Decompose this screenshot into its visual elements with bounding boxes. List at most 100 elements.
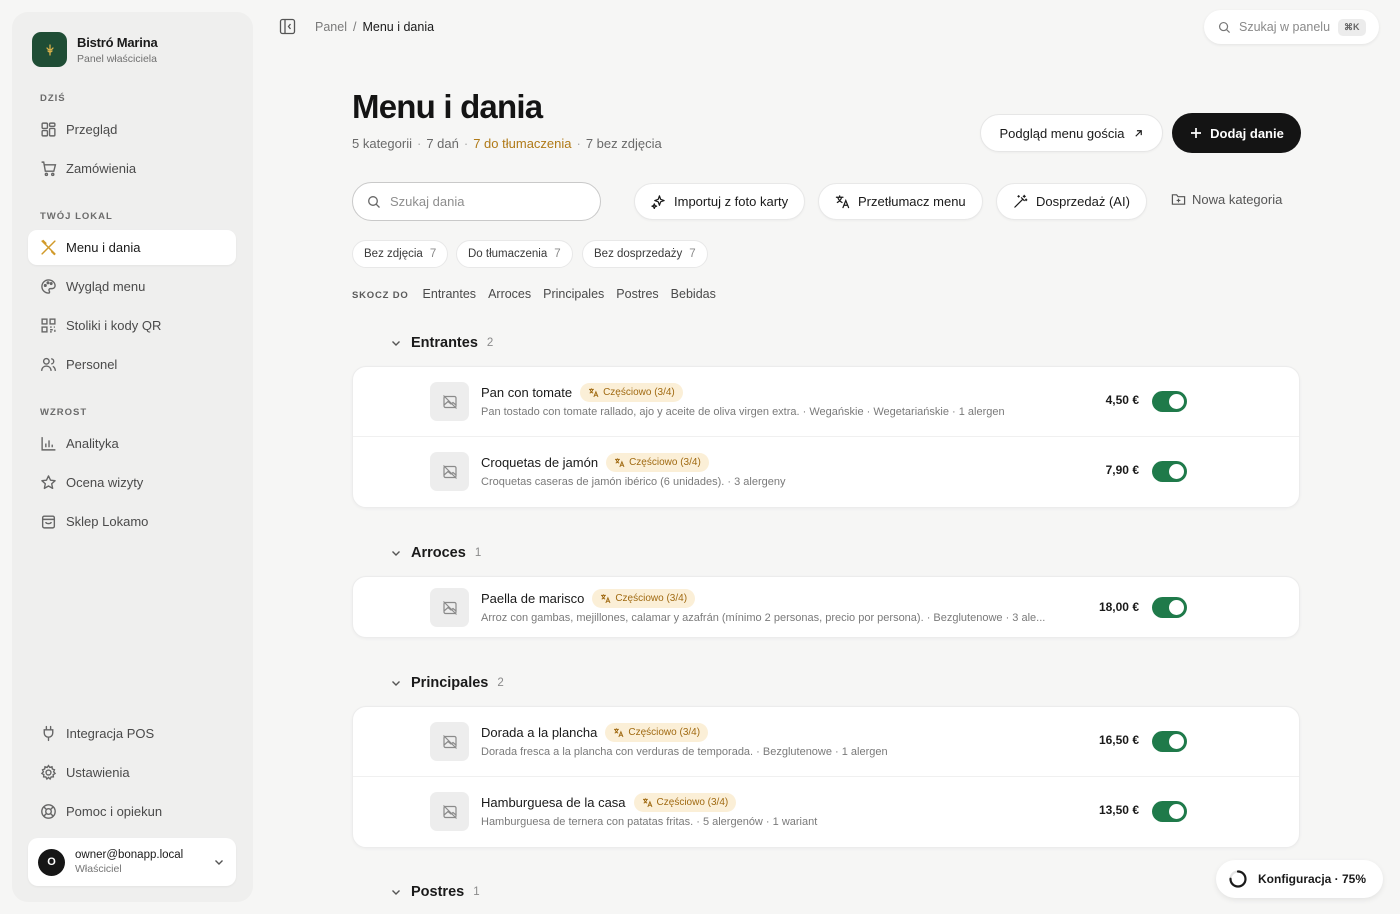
sidebar-item-label: Pomoc i opiekun xyxy=(66,804,163,819)
filter-chip-count: 7 xyxy=(429,248,437,260)
availability-toggle[interactable] xyxy=(1152,461,1187,482)
dish-row[interactable]: Croquetas de jamón Częściowo (3/4) Croqu… xyxy=(353,437,1299,507)
qr-icon xyxy=(41,318,56,333)
setup-progress-pill[interactable]: Konfiguracja · 75% xyxy=(1216,860,1383,898)
availability-toggle[interactable] xyxy=(1152,391,1187,412)
category-header-principales[interactable]: Principales 2 xyxy=(390,675,504,691)
dish-name: Paella de marisco xyxy=(481,591,585,606)
chevron-down-icon xyxy=(215,860,223,865)
availability-toggle[interactable] xyxy=(1152,731,1187,752)
translation-badge[interactable]: Częściowo (3/4) xyxy=(606,453,709,472)
chevron-down-icon xyxy=(392,341,400,346)
sidebar-item-menu[interactable]: Menu i dania xyxy=(28,230,236,265)
section-label-growth: WZROST xyxy=(40,407,88,418)
sidebar-item-label: Wygląd menu xyxy=(66,279,146,294)
sidebar-item-help[interactable]: Pomoc i opiekun xyxy=(28,794,236,829)
sidebar-item-label: Ocena wizyty xyxy=(66,475,144,490)
new-category-button[interactable]: Nowa kategoria xyxy=(1171,192,1282,207)
filter-chip-no-upsell[interactable]: Bez dosprzedaży 7 xyxy=(582,240,708,268)
category-header-arroces[interactable]: Arroces 1 xyxy=(390,545,481,561)
sidebar-item-shop[interactable]: Sklep Lokamo xyxy=(28,504,236,539)
sidebar-item-menu-look[interactable]: Wygląd menu xyxy=(28,269,236,304)
dish-search-input[interactable] xyxy=(390,194,580,209)
sidebar-toggle-icon[interactable] xyxy=(279,18,296,35)
sidebar-item-label: Ustawienia xyxy=(66,765,130,780)
setup-progress-label: Konfiguracja · 75% xyxy=(1258,872,1367,886)
jump-link-principales[interactable]: Principales xyxy=(543,287,604,301)
lifebuoy-icon xyxy=(41,804,56,819)
sidebar-item-settings[interactable]: Ustawienia xyxy=(28,755,236,790)
ai-upsell-button[interactable]: Dosprzedaż (AI) xyxy=(996,183,1147,220)
dish-row[interactable]: Hamburguesa de la casa Częściowo (3/4) H… xyxy=(353,777,1299,847)
dish-row[interactable]: Pan con tomate Częściowo (3/4) Pan tosta… xyxy=(353,367,1299,437)
palette-icon xyxy=(41,279,56,294)
translate-menu-button[interactable]: Przetłumacz menu xyxy=(818,183,983,220)
dish-row[interactable]: Dorada a la plancha Częściowo (3/4) Dora… xyxy=(353,707,1299,777)
translation-badge[interactable]: Częściowo (3/4) xyxy=(605,723,709,742)
no-image-icon[interactable] xyxy=(430,382,469,421)
chevron-down-icon xyxy=(392,551,400,556)
no-image-icon[interactable] xyxy=(430,452,469,491)
translate-icon xyxy=(589,388,599,398)
translation-badge[interactable]: Częściowo (3/4) xyxy=(592,589,696,608)
category-name: Principales xyxy=(411,675,489,691)
filter-chip-to-translate[interactable]: Do tłumaczenia 7 xyxy=(456,240,573,268)
sidebar-item-label: Sklep Lokamo xyxy=(66,514,149,529)
stat-no-photo: 7 bez zdjęcia xyxy=(585,136,662,151)
jump-link-entrantes[interactable]: Entrantes xyxy=(423,287,477,301)
user-menu[interactable]: O owner@bonapp.local Właściciel xyxy=(28,838,236,886)
jump-link-arroces[interactable]: Arroces xyxy=(488,287,531,301)
page-stats: 5 kategorii · 7 dań · 7 do tłumaczenia ·… xyxy=(352,136,662,151)
breadcrumb-root[interactable]: Panel xyxy=(315,20,347,34)
sidebar-item-pos[interactable]: Integracja POS xyxy=(28,716,236,751)
ai-upsell-label: Dosprzedaż (AI) xyxy=(1036,194,1130,209)
sidebar-item-orders[interactable]: Zamówienia xyxy=(28,151,236,186)
dish-price: 4,50 € xyxy=(1105,393,1139,407)
translation-badge-label: Częściowo (3/4) xyxy=(656,797,729,808)
no-image-icon[interactable] xyxy=(430,722,469,761)
guest-preview-button[interactable]: Podgląd menu gościa xyxy=(980,114,1163,152)
no-image-icon[interactable] xyxy=(430,792,469,831)
plus-icon xyxy=(1191,128,1202,138)
user-role: Właściciel xyxy=(75,863,122,875)
import-photo-button[interactable]: Importuj z foto karty xyxy=(634,183,806,220)
filter-chip-no-photo[interactable]: Bez zdjęcia 7 xyxy=(352,240,449,268)
no-image-icon[interactable] xyxy=(430,588,469,627)
arrow-up-right-icon xyxy=(1134,129,1142,137)
sidebar-item-staff[interactable]: Personel xyxy=(28,347,236,382)
dish-description: Pan tostado con tomate rallado, ajo y ac… xyxy=(481,406,1005,418)
section-label-venue: TWÓJ LOKAL xyxy=(40,211,113,222)
dish-search xyxy=(352,182,601,221)
translate-icon xyxy=(642,798,652,808)
dish-row[interactable]: Paella de marisco Częściowo (3/4) Arroz … xyxy=(353,577,1299,637)
section-label-today: DZIŚ xyxy=(40,93,66,104)
availability-toggle[interactable] xyxy=(1152,801,1187,822)
jump-link-postres[interactable]: Postres xyxy=(616,287,658,301)
sidebar-item-label: Przegląd xyxy=(66,122,118,137)
sidebar-item-label: Zamówienia xyxy=(66,161,137,176)
add-dish-button[interactable]: Dodaj danie xyxy=(1172,113,1301,153)
panel-search[interactable]: Szukaj w panelu ⌘K xyxy=(1204,10,1379,44)
translation-badge[interactable]: Częściowo (3/4) xyxy=(580,383,683,402)
sidebar-item-label: Stoliki i kody QR xyxy=(66,318,162,333)
brand[interactable]: Bistró Marina Panel właściciela xyxy=(32,32,158,67)
sidebar: Bistró Marina Panel właściciela DZIŚ Prz… xyxy=(12,12,253,902)
dish-name: Hamburguesa de la casa xyxy=(481,795,626,810)
search-icon xyxy=(1218,21,1231,33)
category-header-postres[interactable]: Postres 1 xyxy=(390,884,480,900)
new-category-label: Nowa kategoria xyxy=(1192,192,1283,207)
sidebar-item-analytics[interactable]: Analityka xyxy=(28,426,236,461)
sidebar-item-tables-qr[interactable]: Stoliki i kody QR xyxy=(28,308,236,343)
availability-toggle[interactable] xyxy=(1152,597,1187,618)
magic-wand-icon xyxy=(1014,194,1028,208)
chevron-down-icon xyxy=(392,681,400,686)
filter-chip-label: Do tłumaczenia xyxy=(468,248,548,260)
category-header-entrantes[interactable]: Entrantes 2 xyxy=(390,335,493,351)
translation-badge[interactable]: Częściowo (3/4) xyxy=(633,793,737,812)
filter-chip-label: Bez zdjęcia xyxy=(364,248,423,260)
jump-link-bebidas[interactable]: Bebidas xyxy=(671,287,716,301)
sidebar-item-visit-rating[interactable]: Ocena wizyty xyxy=(28,465,236,500)
sidebar-item-overview[interactable]: Przegląd xyxy=(28,112,236,147)
stat-to-translate[interactable]: 7 do tłumaczenia xyxy=(473,136,571,151)
chevron-down-icon xyxy=(392,890,400,895)
